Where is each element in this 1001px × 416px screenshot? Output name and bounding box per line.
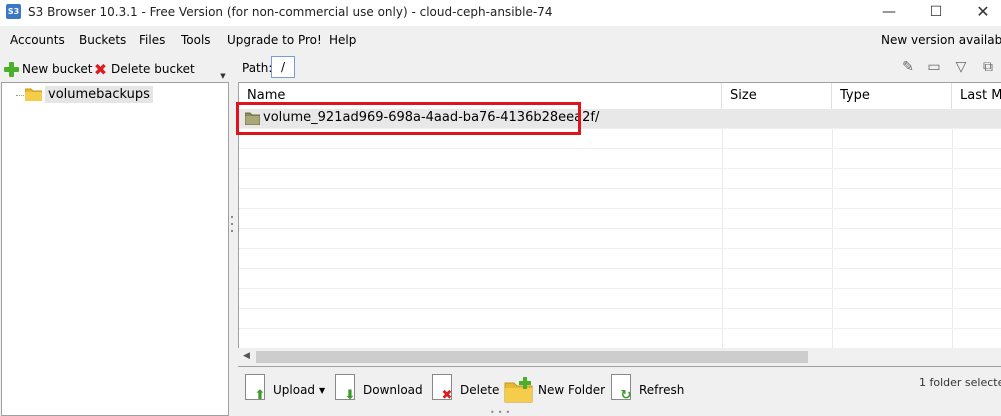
upload-label: Upload <box>273 383 316 397</box>
scroll-left-icon[interactable]: ◀ <box>243 351 250 361</box>
column-header-last-modified[interactable]: Last Mo <box>952 83 1001 109</box>
delete-button[interactable]: ✖ Delete <box>430 373 499 407</box>
maximize-button[interactable]: ☐ <box>913 0 959 26</box>
tree-item-volumebackups[interactable]: volumebackups <box>45 86 153 103</box>
column-header-type[interactable]: Type <box>832 83 952 109</box>
close-button[interactable]: ✕ <box>960 0 1001 26</box>
menu-buckets[interactable]: Buckets <box>79 33 126 47</box>
new-folder-icon <box>504 377 533 403</box>
refresh-button[interactable]: ↻ Refresh <box>609 373 684 407</box>
panel-splitter[interactable] <box>231 216 235 240</box>
new-bucket-button[interactable]: New bucket <box>4 60 92 78</box>
refresh-icon: ↻ <box>609 374 635 406</box>
new-folder-label: New Folder <box>538 383 606 397</box>
scroll-thumb[interactable] <box>256 351 808 363</box>
folder-icon <box>25 88 42 101</box>
pencil-icon[interactable]: ✎ <box>899 58 917 76</box>
column-header-size[interactable]: Size <box>722 83 832 109</box>
download-button[interactable]: ⬇ Download <box>333 373 423 407</box>
new-bucket-label: New bucket <box>22 62 93 76</box>
delete-x-icon: ✖ <box>93 59 108 79</box>
window-title: S3 Browser 10.3.1 - Free Version (for no… <box>28 5 553 19</box>
menu-help[interactable]: Help <box>329 33 356 47</box>
path-input[interactable]: / <box>271 56 295 78</box>
title-bar: S3 S3 Browser 10.3.1 - Free Version (for… <box>0 0 1001 26</box>
download-icon: ⬇ <box>333 374 359 406</box>
menu-files[interactable]: Files <box>139 33 165 47</box>
refresh-label: Refresh <box>639 383 685 397</box>
new-version-link[interactable]: New version available <box>881 33 1001 47</box>
delete-bucket-button[interactable]: ✖ Delete bucket <box>93 60 195 78</box>
bucket-tree: volumebackups <box>1 82 229 416</box>
download-label: Download <box>363 383 423 397</box>
resize-grip[interactable]: ••• <box>490 408 513 416</box>
upload-icon: ⬆ <box>243 374 269 406</box>
delete-label: Delete <box>460 383 500 397</box>
path-label: Path: <box>242 61 273 75</box>
app-icon: S3 <box>6 4 21 19</box>
menu-bar: Accounts Buckets Files Tools Upgrade to … <box>0 28 1001 52</box>
bucket-toolbar: New bucket ✖ Delete bucket <box>0 55 230 81</box>
new-folder-button[interactable]: New Folder <box>504 373 605 407</box>
collapse-arrow-icon[interactable]: ▼ <box>218 72 228 80</box>
delete-bucket-label: Delete bucket <box>111 62 195 76</box>
filter-icon[interactable]: ▽ <box>952 58 970 76</box>
delete-icon: ✖ <box>430 374 456 406</box>
horizontal-scrollbar[interactable]: ◀ <box>238 348 1001 366</box>
minimize-button[interactable]: — <box>866 0 912 26</box>
highlight-annotation <box>236 102 581 135</box>
dropdown-arrow-icon[interactable]: ▼ <box>319 386 325 395</box>
menu-tools[interactable]: Tools <box>181 33 211 47</box>
upload-button[interactable]: ⬆ Upload ▼ <box>243 373 325 407</box>
menu-upgrade[interactable]: Upgrade to Pro! <box>227 33 322 47</box>
copy-icon[interactable]: ⧉ <box>979 58 997 76</box>
menu-accounts[interactable]: Accounts <box>10 33 65 47</box>
window-icon[interactable]: ▭ <box>925 58 943 76</box>
file-actions-toolbar: ⬆ Upload ▼ ⬇ Download ✖ Delete New Folde… <box>238 370 1001 410</box>
plus-icon <box>4 61 19 77</box>
selection-status: 1 folder selected <box>919 376 1001 389</box>
